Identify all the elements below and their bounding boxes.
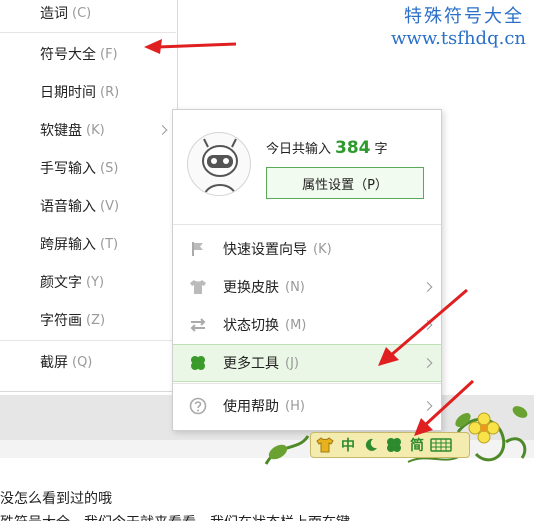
menu-item-shortcut: (Y) (86, 274, 105, 290)
menu-item-shortcut: (C) (72, 5, 92, 21)
moon-icon (365, 438, 377, 451)
help-icon (189, 397, 207, 415)
menu-item-label: 日期时间 (40, 85, 96, 101)
stats-unit: 字 (374, 142, 388, 157)
ime-skin-button[interactable] (315, 434, 335, 456)
menu-item-shortcut: (S) (100, 160, 119, 176)
stats-count: 384 (335, 138, 371, 158)
menu-item-label: 截屏 (40, 355, 68, 371)
clover-icon (191, 356, 205, 370)
menu-item-handwriting[interactable]: 手写输入 (S) (0, 149, 176, 187)
menu-item-date-time[interactable]: 日期时间 (R) (0, 73, 176, 111)
chevron-right-icon (157, 125, 168, 135)
menu-item-soft-keyboard[interactable]: 软键盘 (K) (0, 111, 176, 149)
menu-item-shortcut: (K) (313, 241, 332, 257)
menu-item-shortcut: (Q) (72, 354, 93, 370)
menu-item-create-word[interactable]: 造词 (C) (0, 0, 176, 32)
red-arrow-icon (414, 379, 475, 436)
menu-item-shortcut: (K) (86, 122, 105, 138)
context-menu: 造词 (C) 符号大全 (F) 日期时间 (R) 软键盘 (K) 手写输入 (S… (0, 0, 178, 392)
menu-item-label: 使用帮助 (223, 399, 279, 415)
menu-item-label: 跨屏输入 (40, 237, 96, 253)
typing-stats: 今日共输入 384 字 (266, 138, 388, 158)
menu-item-ascii-art[interactable]: 字符画 (Z) (0, 301, 176, 339)
menu-item-label: 手写输入 (40, 161, 96, 177)
ime-tools-button[interactable] (384, 434, 404, 456)
menu-separator (0, 32, 176, 33)
document-text-line-2: 殊符号大全，我们今天就来看看，我们在状态栏上面在键 (0, 512, 350, 521)
watermark-url: www.tsfhdq.cn (391, 28, 526, 49)
menu-separator (173, 224, 441, 225)
menu-item-label: 更多工具 (223, 356, 279, 372)
switch-arrows-icon (190, 318, 206, 332)
avatar[interactable] (187, 132, 251, 196)
menu-item-label: 符号大全 (40, 47, 96, 63)
tools-submenu: 今日共输入 384 字 属性设置（P） 快速设置向导 (K) 更换皮肤 (N) 状态… (172, 109, 442, 431)
menu-item-emoticons[interactable]: 颜文字 (Y) (0, 263, 176, 301)
menu-item-voice-input[interactable]: 语音输入 (V) (0, 187, 176, 225)
stats-prefix: 今日共输入 (266, 142, 332, 157)
menu-item-setup-wizard[interactable]: 快速设置向导 (K) (173, 230, 441, 268)
menu-item-shortcut: (F) (100, 46, 118, 62)
menu-item-help[interactable]: 使用帮助 (H) (173, 387, 441, 425)
robot-avatar-icon (202, 138, 238, 195)
menu-item-screenshot[interactable]: 截屏 (Q) (0, 343, 176, 381)
flag-icon (192, 242, 203, 256)
red-arrow-icon (144, 39, 237, 54)
menu-item-label: 更换皮肤 (223, 280, 279, 296)
ime-language-toggle[interactable]: 中 (338, 434, 358, 456)
menu-item-shortcut: (V) (100, 198, 120, 214)
menu-item-shortcut: (T) (100, 236, 119, 252)
menu-item-label: 字符画 (40, 313, 82, 329)
menu-item-shortcut: (Z) (86, 312, 106, 328)
document-text-line-1: 没怎么看到过的哦 (0, 491, 112, 507)
menu-item-shortcut: (H) (285, 398, 305, 414)
menu-item-shortcut: (N) (285, 279, 305, 295)
menu-item-cross-screen[interactable]: 跨屏输入 (T) (0, 225, 176, 263)
menu-item-label: 语音输入 (40, 199, 96, 215)
watermark-title: 特殊符号大全 (404, 6, 524, 27)
clover-icon (387, 438, 401, 452)
ime-punctuation-toggle[interactable] (361, 434, 381, 456)
menu-separator (173, 383, 441, 384)
red-arrow-icon (378, 288, 468, 366)
shirt-icon (316, 437, 334, 453)
menu-separator (0, 340, 176, 341)
menu-item-label: 软键盘 (40, 123, 82, 139)
menu-item-shortcut: (M) (285, 317, 307, 333)
menu-item-label: 颜文字 (40, 275, 82, 291)
menu-item-label: 状态切换 (223, 318, 279, 334)
menu-item-label: 快速设置向导 (223, 242, 307, 258)
menu-item-shortcut: (R) (100, 84, 120, 100)
property-settings-button[interactable]: 属性设置（P） (266, 167, 424, 199)
shirt-icon (190, 280, 206, 294)
menu-item-label: 造词 (40, 6, 68, 22)
menu-item-shortcut: (J) (285, 355, 299, 371)
